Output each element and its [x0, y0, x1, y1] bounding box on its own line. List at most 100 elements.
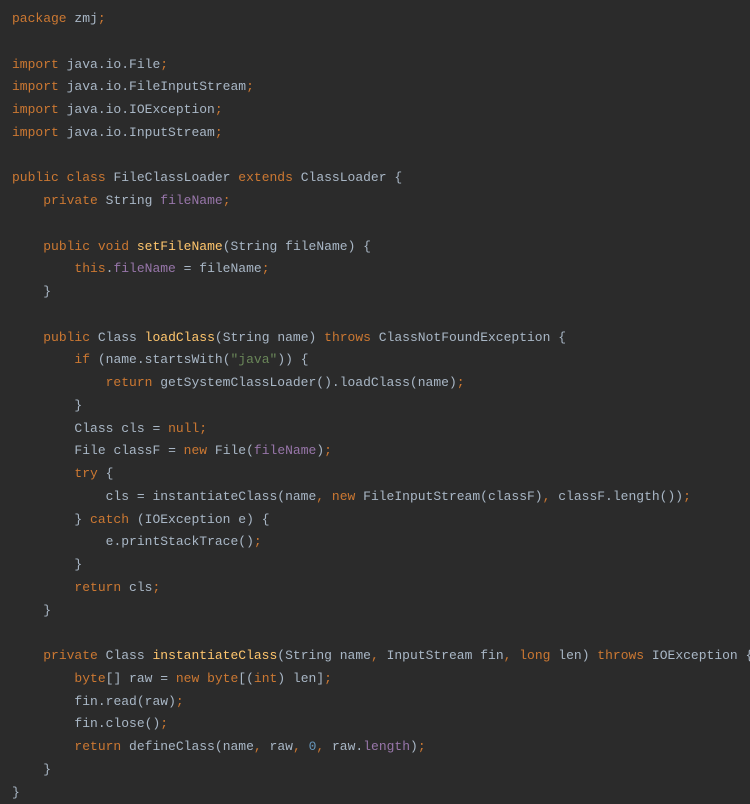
arg: classF — [488, 489, 535, 504]
keyword-new: new — [176, 671, 199, 686]
field-name: fileName — [160, 193, 222, 208]
var-name: classF — [113, 443, 160, 458]
keyword-import: import — [12, 57, 59, 72]
semicolon: ; — [160, 57, 168, 72]
keyword-extends: extends — [238, 170, 293, 185]
keyword-catch: catch — [90, 512, 129, 527]
keyword-new: new — [184, 443, 207, 458]
import-path: java.io.FileInputStream — [67, 79, 246, 94]
var-name: raw — [129, 671, 152, 686]
keyword-return: return — [74, 739, 121, 754]
import-path: java.io.File — [67, 57, 161, 72]
semicolon: ; — [215, 125, 223, 140]
keyword-public: public — [12, 170, 59, 185]
parent-class: ClassLoader — [301, 170, 387, 185]
cast-type: int — [254, 671, 277, 686]
method-name: loadClass — [145, 330, 215, 345]
arg: raw — [332, 739, 355, 754]
comma: , — [254, 739, 262, 754]
method-call: length — [613, 489, 660, 504]
method-name: instantiateClass — [152, 648, 277, 663]
constructor: File — [215, 443, 246, 458]
param-ref: fileName — [199, 261, 261, 276]
keyword-private: private — [43, 648, 98, 663]
comma: , — [316, 489, 324, 504]
keyword-new: new — [332, 489, 355, 504]
keyword-this: this — [74, 261, 105, 276]
param-type: String — [231, 239, 278, 254]
keyword-package: package — [12, 11, 67, 26]
package-name: zmj — [74, 11, 97, 26]
keyword-return: return — [74, 580, 121, 595]
type: byte — [74, 671, 105, 686]
field-ref: length — [363, 739, 410, 754]
comma: , — [504, 648, 512, 663]
method-call: loadClass — [340, 375, 410, 390]
semicolon: ; — [457, 375, 465, 390]
arg: name — [285, 489, 316, 504]
semicolon: ; — [176, 694, 184, 709]
var-ref: e — [106, 534, 114, 549]
arg: name — [418, 375, 449, 390]
keyword-try: try — [74, 466, 97, 481]
semicolon: ; — [324, 671, 332, 686]
constructor: FileInputStream — [363, 489, 480, 504]
exception-type: ClassNotFoundException — [379, 330, 551, 345]
param-type: String — [223, 330, 270, 345]
var-name: cls — [121, 421, 144, 436]
keyword-public: public — [43, 239, 90, 254]
var-ref: fin — [74, 694, 97, 709]
import-path: java.io.InputStream — [67, 125, 215, 140]
var-ref: fin — [74, 716, 97, 731]
type: String — [106, 193, 153, 208]
keyword-import: import — [12, 79, 59, 94]
number-literal: 0 — [309, 739, 317, 754]
field-ref: fileName — [113, 261, 175, 276]
method-call: instantiateClass — [152, 489, 277, 504]
semicolon: ; — [324, 443, 332, 458]
keyword-null: null — [168, 421, 199, 436]
semicolon: ; — [98, 11, 106, 26]
semicolon: ; — [160, 716, 168, 731]
return-type: Class — [106, 648, 145, 663]
semicolon: ; — [223, 193, 231, 208]
comma: , — [316, 739, 324, 754]
type: Class — [74, 421, 113, 436]
keyword-throws: throws — [324, 330, 371, 345]
keyword-import: import — [12, 102, 59, 117]
param-name: name — [340, 648, 371, 663]
keyword-throws: throws — [597, 648, 644, 663]
method-call: printStackTrace — [121, 534, 238, 549]
method-call: read — [106, 694, 137, 709]
comma: , — [293, 739, 301, 754]
semicolon: ; — [246, 79, 254, 94]
obj-ref: classF — [558, 489, 605, 504]
import-path: java.io.IOException — [67, 102, 215, 117]
keyword-class: class — [67, 170, 106, 185]
param-type: String — [285, 648, 332, 663]
keyword-return: return — [106, 375, 153, 390]
arg: name — [223, 739, 254, 754]
param-name: fin — [480, 648, 503, 663]
var-ref: cls — [129, 580, 152, 595]
semicolon: ; — [152, 580, 160, 595]
arg: raw — [270, 739, 293, 754]
var-ref: cls — [106, 489, 129, 504]
var-ref: len — [293, 671, 316, 686]
semicolon: ; — [683, 489, 691, 504]
semicolon: ; — [262, 261, 270, 276]
method-name: setFileName — [137, 239, 223, 254]
exception-type: IOException — [145, 512, 231, 527]
param-name: fileName — [285, 239, 347, 254]
type: File — [74, 443, 105, 458]
class-name: FileClassLoader — [113, 170, 230, 185]
semicolon: ; — [215, 102, 223, 117]
param-name: name — [277, 330, 308, 345]
string-literal: "java" — [231, 352, 278, 367]
keyword-void: void — [98, 239, 129, 254]
code-editor[interactable]: package zmj; import java.io.File; import… — [12, 8, 738, 804]
semicolon: ; — [254, 534, 262, 549]
keyword-private: private — [43, 193, 98, 208]
semicolon: ; — [418, 739, 426, 754]
method-call: close — [106, 716, 145, 731]
